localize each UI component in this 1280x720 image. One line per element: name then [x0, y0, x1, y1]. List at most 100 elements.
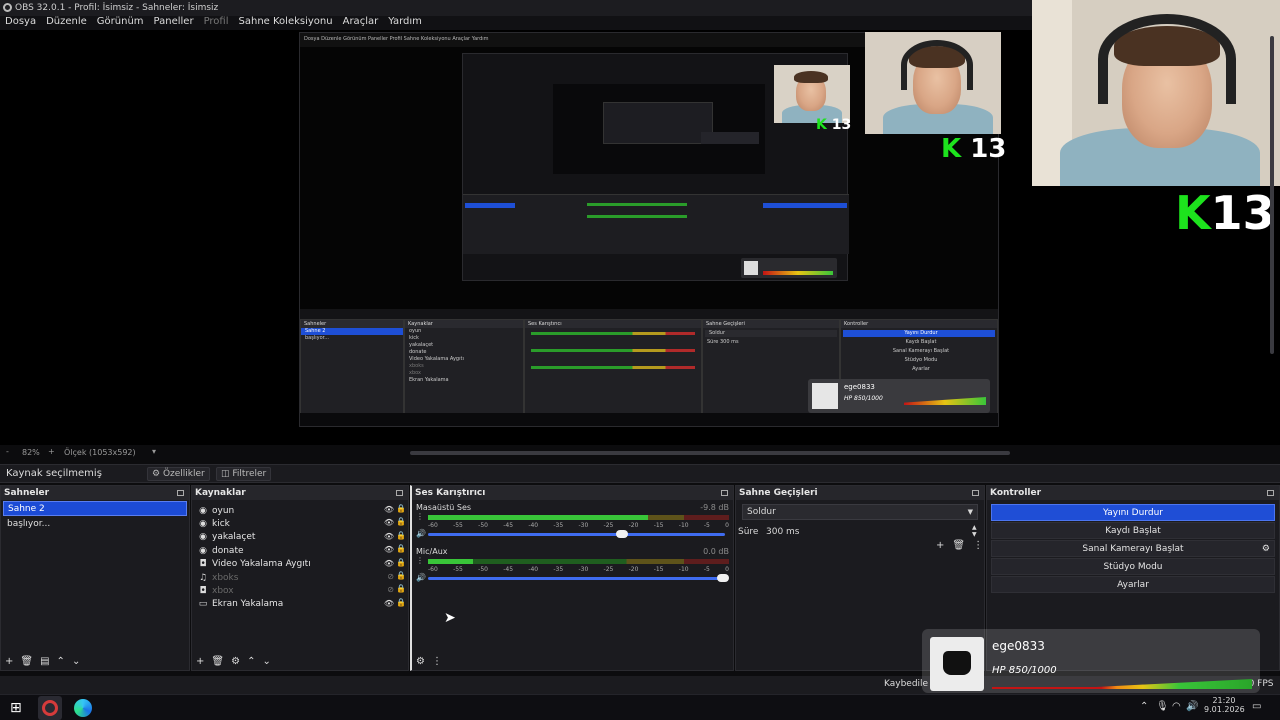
transition-menu-icon[interactable]: ⋮	[973, 540, 983, 551]
add-source-icon[interactable]: +	[196, 656, 204, 667]
visibility-eye-icon[interactable]: 👁	[384, 545, 394, 554]
hidden-eye-icon[interactable]: ⊘	[387, 585, 394, 594]
undock-icon[interactable]	[177, 490, 184, 496]
gear-icon[interactable]: ⚙	[1262, 541, 1270, 557]
source-item[interactable]: ◘ Video Yakalama Aygıtı 👁 🔒	[192, 558, 408, 571]
lock-icon[interactable]: 🔒	[396, 544, 406, 553]
volume-meter	[428, 559, 729, 564]
obs-taskbar-item[interactable]	[38, 696, 62, 720]
add-scene-icon[interactable]: +	[5, 656, 13, 667]
volume-slider[interactable]	[428, 574, 729, 582]
clock[interactable]: 21:20 9.01.2026	[1204, 696, 1245, 714]
source-properties-icon[interactable]: ⚙	[231, 656, 240, 667]
undock-icon[interactable]	[1267, 490, 1274, 496]
delete-source-icon[interactable]: 🗑	[211, 656, 224, 667]
webcam-large	[1032, 0, 1280, 186]
scene-item[interactable]: Sahne 2	[3, 501, 187, 516]
source-item[interactable]: ◉ donate 👁 🔒	[192, 544, 408, 557]
menu-tools[interactable]: Araçlar	[343, 16, 379, 30]
menu-scene-collection[interactable]: Sahne Koleksiyonu	[239, 16, 333, 30]
gear-icon: ⚙	[152, 469, 161, 479]
notification-icon[interactable]: ▭	[1252, 701, 1261, 712]
lock-icon[interactable]: 🔒	[396, 584, 406, 593]
lock-icon[interactable]: 🔒	[396, 598, 406, 607]
menu-profile[interactable]: Profil	[204, 16, 229, 30]
delete-transition-icon[interactable]: 🗑	[952, 540, 965, 551]
meter-tick-label: -60	[428, 522, 438, 529]
webcam-small	[865, 32, 1001, 134]
channel-menu-icon[interactable]: ⋮	[416, 512, 424, 521]
tray-chevron-icon[interactable]: ⌃	[1140, 701, 1148, 712]
windows-start-icon[interactable]: ⊞	[10, 700, 22, 716]
undock-icon[interactable]	[972, 490, 979, 496]
source-item[interactable]: ♫ xboks ⊘ 🔒	[192, 571, 408, 584]
move-down-icon[interactable]: ⌄	[262, 656, 270, 667]
lock-icon[interactable]: 🔒	[396, 504, 406, 513]
studio-mode-button[interactable]: Stüdyo Modu	[991, 558, 1275, 575]
menu-file[interactable]: Dosya	[5, 16, 36, 30]
source-item[interactable]: ◉ kick 👁 🔒	[192, 517, 408, 530]
move-up-icon[interactable]: ⌃	[247, 656, 255, 667]
meter-tick-label: -55	[453, 566, 463, 573]
lock-icon[interactable]: 🔒	[396, 517, 406, 526]
edge-browser-icon[interactable]	[74, 699, 92, 717]
move-down-icon[interactable]: ⌄	[72, 656, 80, 667]
hidden-eye-icon[interactable]: ⊘	[387, 572, 394, 581]
lock-icon[interactable]: 🔒	[396, 571, 406, 580]
zoom-in-button[interactable]: +	[48, 447, 55, 456]
scene-filters-icon[interactable]: ▤	[40, 656, 49, 667]
menu-edit[interactable]: Düzenle	[46, 16, 87, 30]
microphone-icon[interactable]: 🎙	[1156, 701, 1169, 712]
move-up-icon[interactable]: ⌃	[57, 656, 65, 667]
source-item[interactable]: ◘ xbox ⊘ 🔒	[192, 584, 408, 597]
stop-streaming-button[interactable]: Yayını Durdur	[991, 504, 1275, 521]
scenes-footer: + 🗑 ▤ ⌃ ⌄	[1, 654, 189, 668]
volume-slider[interactable]	[428, 530, 725, 538]
filter-icon: ◫	[221, 469, 230, 479]
delete-scene-icon[interactable]: 🗑	[20, 656, 33, 667]
game-icon: ◉	[199, 505, 207, 516]
start-recording-button[interactable]: Kaydı Başlat	[991, 522, 1275, 539]
source-item[interactable]: ◉ yakalaçet 👁 🔒	[192, 531, 408, 544]
undock-icon[interactable]	[396, 490, 403, 496]
wifi-icon[interactable]: ◠	[1172, 701, 1181, 712]
duration-stepper-icon[interactable]: ▲ ▼	[972, 524, 977, 538]
start-virtual-camera-button[interactable]: Sanal Kamerayı Başlat ⚙	[991, 540, 1275, 557]
obs-icon	[42, 700, 58, 716]
volume-slider-knob[interactable]	[717, 574, 729, 582]
volume-icon[interactable]: 🔊	[1186, 701, 1198, 712]
scene-item[interactable]: başlıyor...	[3, 517, 187, 532]
scale-dropdown-icon[interactable]: ▾	[152, 447, 156, 456]
mixer-menu-icon[interactable]: ⋮	[432, 656, 442, 667]
visibility-eye-icon[interactable]: 👁	[384, 559, 394, 568]
lock-icon[interactable]: 🔒	[396, 558, 406, 567]
settings-button[interactable]: Ayarlar	[991, 576, 1275, 593]
visibility-eye-icon[interactable]: 👁	[384, 518, 394, 527]
meter-tick-label: -35	[553, 566, 564, 573]
menu-docks[interactable]: Paneller	[154, 16, 194, 30]
properties-button[interactable]: ⚙ Özellikler	[147, 467, 210, 481]
menu-help[interactable]: Yardım	[388, 16, 422, 30]
visibility-eye-icon[interactable]: 👁	[384, 599, 394, 608]
volume-slider-knob[interactable]	[616, 530, 629, 538]
source-item[interactable]: ▭ Ekran Yakalama 👁 🔒	[192, 598, 408, 611]
nested-taskbar	[300, 413, 998, 426]
preview-vertical-scrollbar[interactable]	[1270, 36, 1274, 354]
speaker-icon[interactable]: 🔊	[416, 573, 426, 582]
nested-mixer-dock: Ses Karıştırıcı	[524, 319, 702, 423]
visibility-eye-icon[interactable]: 👁	[384, 532, 394, 541]
preview-horizontal-scrollbar[interactable]	[410, 451, 1010, 455]
filters-button[interactable]: ◫ Filtreler	[216, 467, 272, 481]
duration-input[interactable]: 300 ms	[766, 527, 800, 537]
transition-select[interactable]: Soldur ▼	[742, 504, 978, 520]
speaker-icon[interactable]: 🔊	[416, 529, 426, 538]
channel-menu-icon[interactable]: ⋮	[416, 556, 424, 565]
visibility-eye-icon[interactable]: 👁	[384, 505, 394, 514]
zoom-out-button[interactable]: -	[6, 447, 9, 456]
undock-icon[interactable]	[721, 490, 728, 496]
lock-icon[interactable]: 🔒	[396, 531, 406, 540]
mixer-settings-icon[interactable]: ⚙	[416, 656, 425, 667]
menu-view[interactable]: Görünüm	[97, 16, 144, 30]
source-item[interactable]: ◉ oyun 👁 🔒	[192, 504, 408, 517]
add-transition-icon[interactable]: +	[936, 540, 944, 551]
